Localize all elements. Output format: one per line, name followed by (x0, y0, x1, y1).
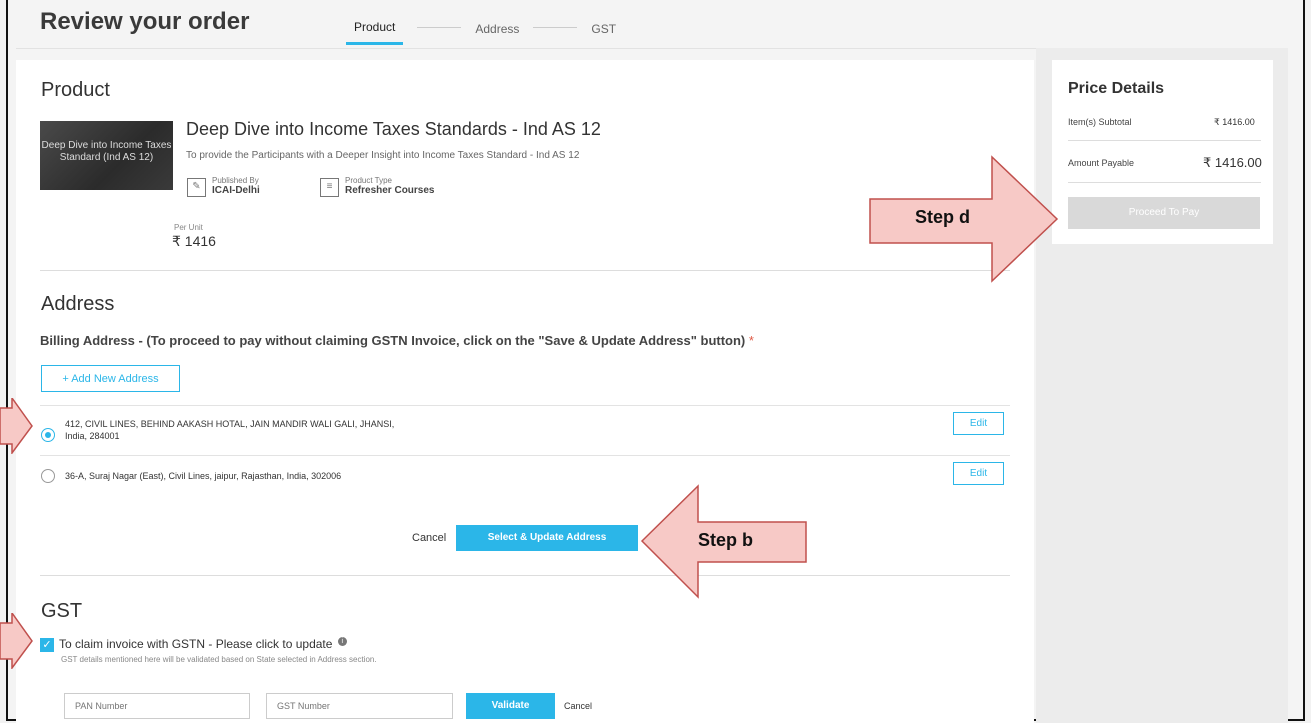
step-connector (533, 27, 578, 28)
subtotal-value: ₹ 1416.00 (1214, 117, 1255, 127)
step-arrow-icon (0, 398, 33, 454)
gst-claim-checkbox[interactable]: ✓ (40, 638, 54, 652)
product-type: ≡ Product Type Refresher Courses (320, 176, 435, 197)
step-gst[interactable]: GST (591, 22, 616, 44)
address-text: 412, CIVIL LINES, BEHIND AAKASH HOTAL, J… (65, 418, 394, 442)
address-row[interactable]: 412, CIVIL LINES, BEHIND AAKASH HOTAL, J… (40, 405, 1010, 456)
checkout-header: Review your order Product Address GST (16, 0, 1288, 49)
product-section-title: Product (41, 79, 110, 101)
product-name: Deep Dive into Income Taxes Standards - … (186, 119, 601, 139)
gst-cancel-link[interactable]: Cancel (564, 701, 592, 711)
gst-claim-label: To claim invoice with GSTN - Please clic… (59, 637, 347, 651)
step-d-label: Step d (915, 207, 971, 227)
published-by-label: Published By (212, 176, 259, 185)
edit-address-button[interactable]: Edit (953, 462, 1004, 485)
subtotal-label: Item(s) Subtotal (1068, 117, 1132, 127)
gst-section-title: GST (41, 600, 83, 622)
address-text: 36-A, Suraj Nagar (East), Civil Lines, j… (65, 470, 341, 482)
billing-address-label: Billing Address - (To proceed to pay wit… (40, 333, 754, 348)
section-divider (40, 575, 1010, 576)
step-b-label: Step b (698, 530, 753, 551)
per-unit-label: Per Unit (174, 223, 203, 232)
checkout-steps: Product Address GST (346, 20, 616, 45)
info-icon[interactable]: i (337, 637, 347, 646)
billing-address-text: Billing Address - (To proceed to pay wit… (40, 333, 746, 348)
product-type-label: Product Type (345, 176, 392, 185)
step-arrow-icon (0, 613, 33, 669)
document-list-icon: ≡ (320, 178, 339, 197)
section-divider (40, 270, 1010, 271)
edit-address-button[interactable]: Edit (953, 412, 1004, 435)
price-details-title: Price Details (1068, 80, 1165, 97)
address-line2: India, 284001 (65, 431, 120, 441)
amount-payable-label: Amount Payable (1068, 158, 1135, 168)
pan-number-input[interactable] (64, 693, 250, 719)
address-section-title: Address (41, 293, 115, 315)
published-by-value: ICAI-Delhi (212, 185, 260, 196)
add-new-address-button[interactable]: + Add New Address (41, 365, 180, 392)
required-mark: * (748, 333, 754, 348)
published-by: ✎ Published By ICAI-Delhi (187, 176, 260, 197)
step-address[interactable]: Address (475, 22, 519, 44)
address-cancel-link[interactable]: Cancel (412, 532, 446, 544)
price-divider (1068, 182, 1261, 183)
gst-note: GST details mentioned here will be valid… (61, 655, 377, 664)
select-update-address-button[interactable]: Select & Update Address (456, 525, 638, 551)
page-title: Review your order (40, 8, 250, 35)
address-line1: 412, CIVIL LINES, BEHIND AAKASH HOTAL, J… (65, 419, 395, 429)
address-radio-selected[interactable] (41, 428, 55, 442)
amount-payable-value: ₹ 1416.00 (1203, 155, 1262, 170)
step-b-text: Step b (698, 530, 754, 550)
step-connector (417, 27, 462, 28)
gst-claim-text: To claim invoice with GSTN - Please clic… (59, 637, 333, 651)
per-unit-price: ₹ 1416 (172, 233, 216, 249)
address-line1: 36-A, Suraj Nagar (East), Civil Lines, j… (65, 471, 342, 481)
proceed-to-pay-button[interactable]: Proceed To Pay (1068, 197, 1260, 229)
address-row[interactable]: 36-A, Suraj Nagar (East), Civil Lines, j… (40, 455, 1010, 496)
product-type-value: Refresher Courses (345, 185, 435, 196)
address-radio[interactable] (41, 469, 55, 483)
gst-number-input[interactable] (266, 693, 453, 719)
validate-button[interactable]: Validate (466, 693, 555, 719)
price-divider (1068, 140, 1261, 141)
product-thumbnail: Deep Dive into Income Taxes Standard (In… (40, 121, 173, 190)
edit-document-icon: ✎ (187, 178, 206, 197)
step-product[interactable]: Product (346, 20, 404, 45)
product-description: To provide the Participants with a Deepe… (186, 150, 580, 161)
